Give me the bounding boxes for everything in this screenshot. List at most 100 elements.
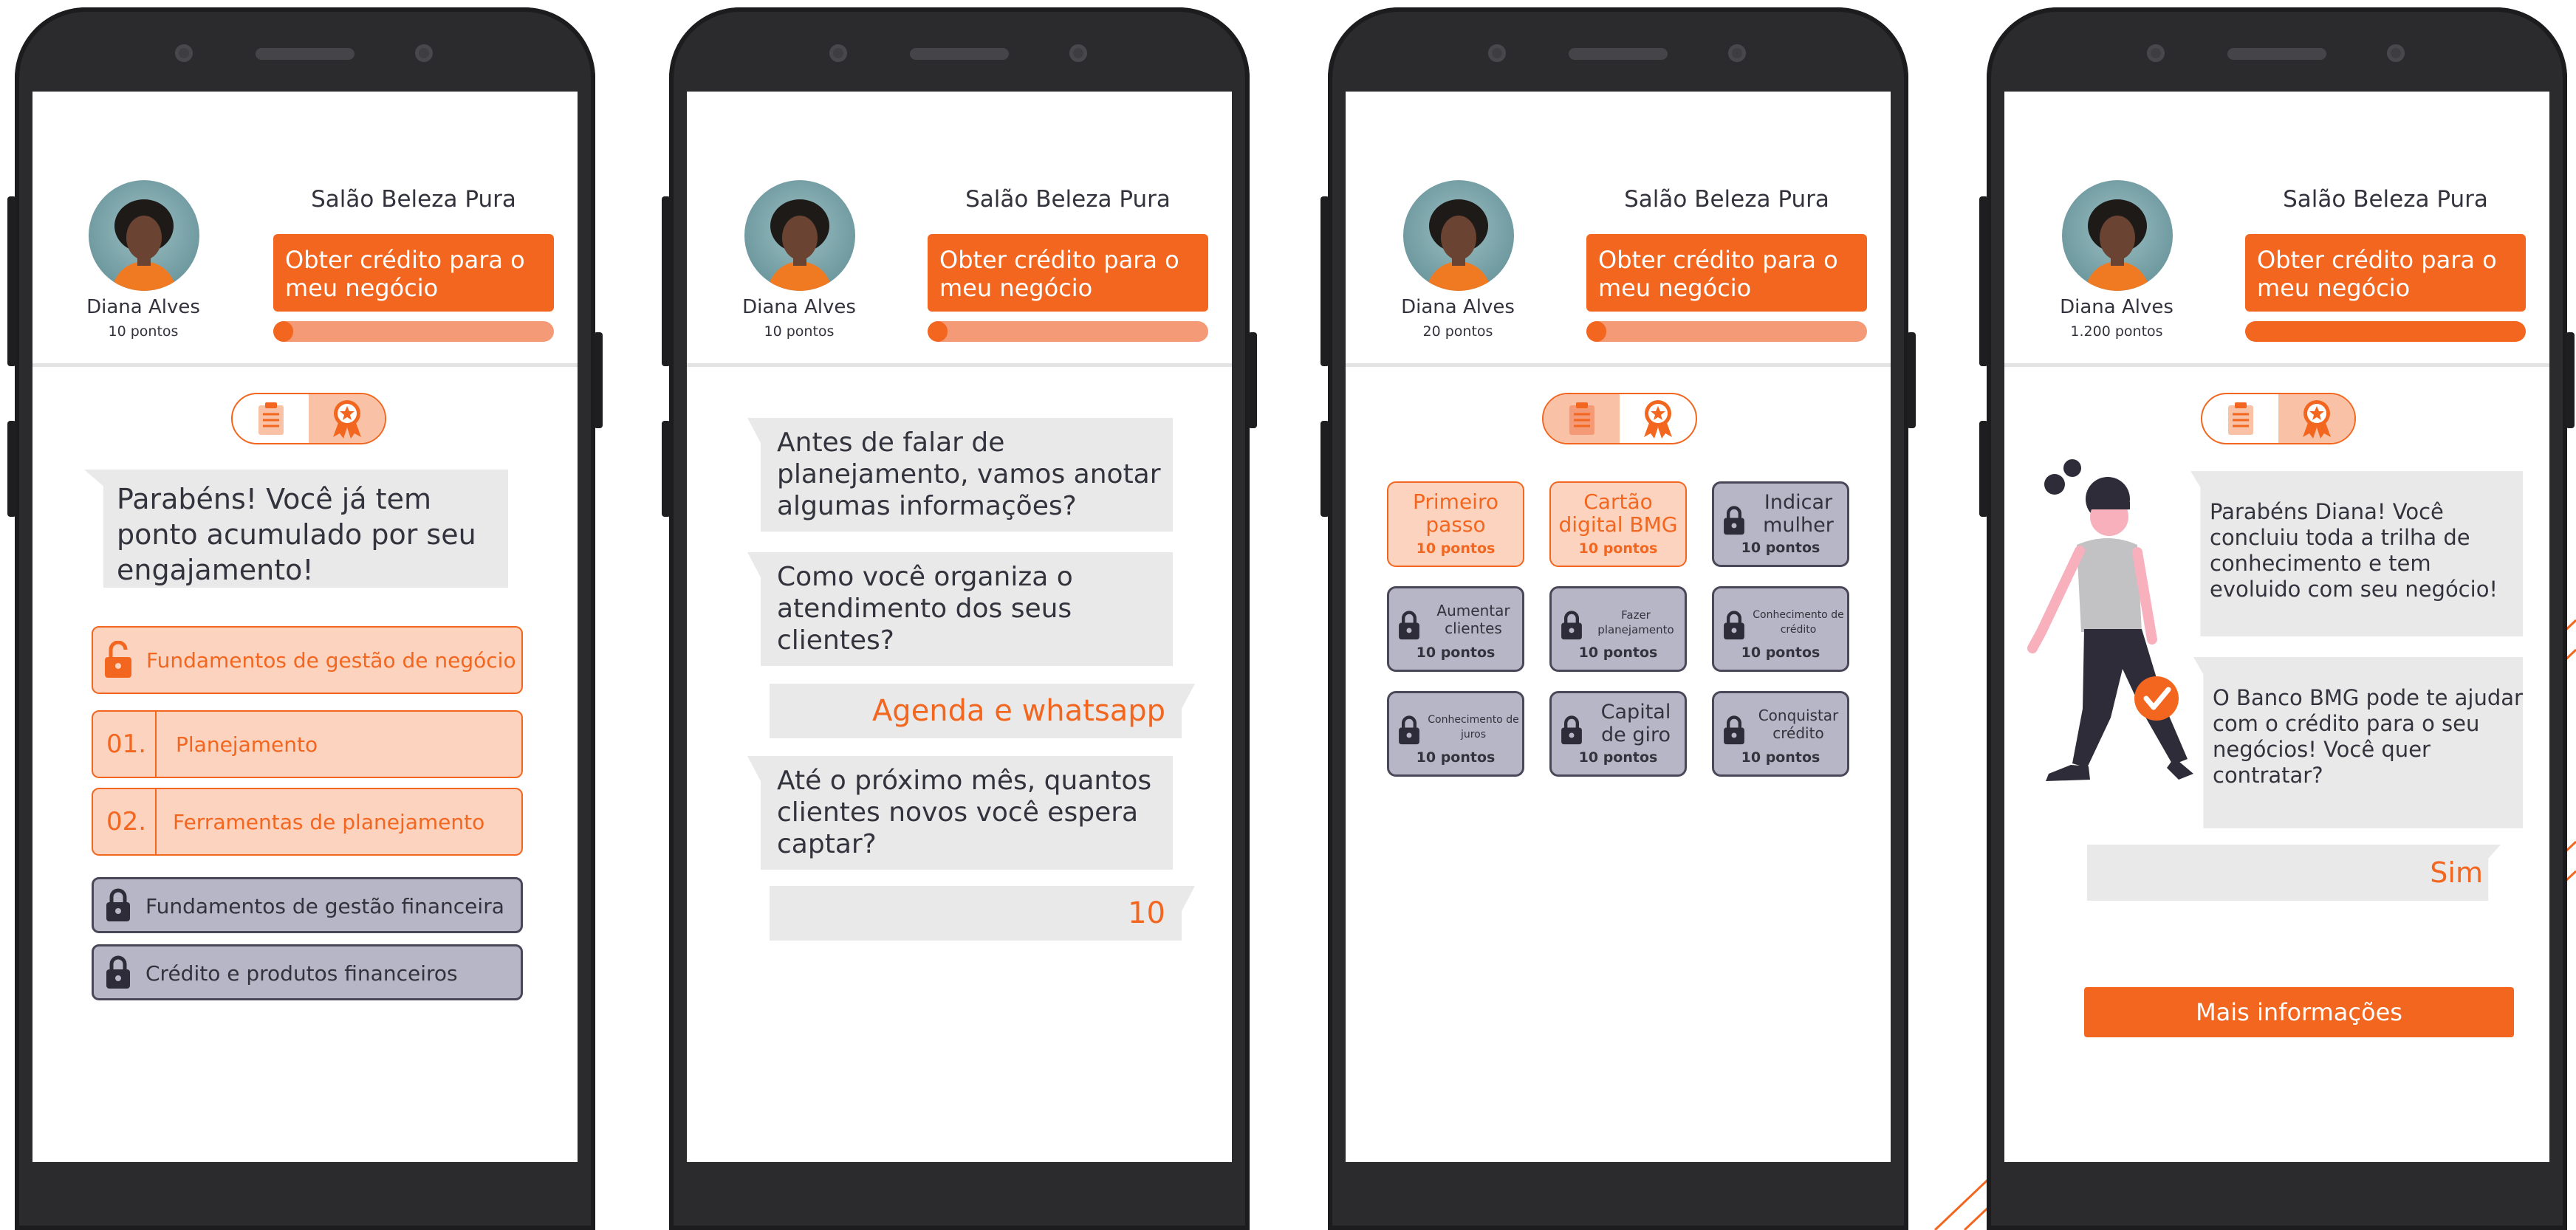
speaker-grille — [256, 48, 354, 60]
business-name: Salão Beleza Pura — [965, 186, 1171, 213]
camera-icon — [1069, 44, 1087, 62]
achievement-digital-card[interactable]: Cartão digital BMG 10 pontos — [1549, 481, 1687, 567]
avatar[interactable] — [2062, 180, 2173, 291]
achievement-working-capital[interactable]: Capital de giro 10 pontos — [1549, 691, 1687, 777]
achievement-title: Capital de giro — [1600, 701, 1671, 746]
user-answer: Sim — [2087, 845, 2501, 901]
achievement-increase-clients[interactable]: Aumentar clientes 10 pontos — [1387, 586, 1524, 672]
tab-achievements[interactable] — [2278, 394, 2354, 443]
tab-achievements[interactable] — [1620, 394, 1696, 443]
module-business-management[interactable]: Fundamentos de gestão de negócio — [92, 626, 523, 694]
business-name: Salão Beleza Pura — [1624, 186, 1829, 213]
avatar[interactable] — [89, 180, 199, 291]
lesson-number: 02. — [106, 807, 147, 836]
lesson-planejamento[interactable]: 01. Planejamento — [92, 710, 523, 778]
get-credit-button[interactable]: Obter crédito para o meu negócio — [928, 234, 1208, 312]
speaker-grille — [1569, 48, 1668, 60]
lock-icon — [106, 955, 130, 989]
view-toggle — [2201, 393, 2356, 444]
user-answer: 10 — [770, 886, 1195, 941]
tab-achievements[interactable] — [309, 394, 385, 443]
power-button — [594, 332, 603, 428]
achievement-points: 10 pontos — [1578, 749, 1658, 766]
business-name: Salão Beleza Pura — [311, 186, 516, 213]
achievement-planning[interactable]: Fazer planejamento 10 pontos — [1549, 586, 1687, 672]
lesson-label: Planejamento — [176, 732, 318, 757]
bot-message: Até o próximo mês, quantos clientes novo… — [747, 756, 1173, 870]
power-button — [1907, 332, 1916, 428]
camera-icon — [1728, 44, 1746, 62]
achievement-title: Indicar mulher — [1763, 491, 1834, 537]
achievement-credit-knowledge[interactable]: Conhecimento de crédito 10 pontos — [1712, 586, 1849, 672]
lock-icon — [1561, 611, 1582, 640]
divider — [155, 712, 157, 777]
achievement-points: 10 pontos — [1416, 540, 1496, 557]
business-name: Salão Beleza Pura — [2283, 186, 2488, 213]
lock-icon — [1399, 715, 1419, 745]
tab-trail[interactable] — [2202, 394, 2278, 443]
divider — [2004, 363, 2549, 367]
progress-fill — [273, 321, 293, 342]
progress-bar — [928, 321, 1208, 342]
sensor-icon — [1488, 44, 1506, 62]
camera-icon — [2387, 44, 2405, 62]
get-credit-button[interactable]: Obter crédito para o meu negócio — [1586, 234, 1867, 312]
sensor-icon — [829, 44, 847, 62]
lesson-number: 01. — [106, 729, 147, 759]
achievement-points: 10 pontos — [1741, 749, 1820, 766]
lock-icon — [1724, 611, 1744, 640]
sensor-icon — [175, 44, 193, 62]
power-button — [1248, 332, 1257, 428]
achievement-title: Conhecimento de juros — [1428, 714, 1519, 741]
camera-icon — [415, 44, 433, 62]
progress-bar — [1586, 321, 1867, 342]
module-credit-products[interactable]: Crédito e produtos financeiros — [92, 944, 523, 1000]
tab-trail[interactable] — [1544, 394, 1620, 443]
screen-completion: Diana Alves 1.200 pontos Salão Beleza Pu… — [2004, 92, 2549, 1162]
phone-frame-1: Diana Alves 10 pontos Salão Beleza Pura … — [7, 7, 603, 1230]
user-points: 20 pontos — [1422, 323, 1493, 340]
module-label: Crédito e produtos financeiros — [145, 961, 458, 986]
congrats-message: Parabéns Diana! Você concluiu toda a tri… — [2190, 471, 2523, 636]
achievement-title: Fazer planejamento — [1597, 608, 1674, 636]
user-name: Diana Alves — [742, 296, 856, 318]
progress-bar — [2245, 321, 2526, 342]
phone-frame-3: Diana Alves 20 pontos Salão Beleza Pura … — [1320, 7, 1916, 1230]
avatar[interactable] — [1403, 180, 1514, 291]
sensor-icon — [2147, 44, 2165, 62]
progress-fill — [928, 321, 948, 342]
user-points: 1.200 pontos — [2070, 323, 2163, 340]
achievement-first-step[interactable]: Primeiro passo 10 pontos — [1387, 481, 1524, 567]
achievement-title: Primeiro passo — [1413, 489, 1498, 537]
achievement-get-credit[interactable]: Conquistar crédito 10 pontos — [1712, 691, 1849, 777]
lesson-label: Ferramentas de planejamento — [173, 810, 485, 834]
bot-message: Como você organiza o atendimento dos seu… — [747, 552, 1173, 666]
module-label: Fundamentos de gestão de negócio — [146, 648, 516, 673]
volume-button — [662, 421, 671, 517]
more-info-button[interactable]: Mais informações — [2084, 987, 2514, 1037]
lesson-ferramentas[interactable]: 02. Ferramentas de planejamento — [92, 788, 523, 856]
achievement-interest-knowledge[interactable]: Conhecimento de juros 10 pontos — [1387, 691, 1524, 777]
speaker-grille — [2227, 48, 2326, 60]
achievement-points: 10 pontos — [1741, 540, 1820, 556]
achievement-refer-woman[interactable]: Indicar mulher 10 pontos — [1712, 481, 1849, 567]
phone-frame-2: Diana Alves 10 pontos Salão Beleza Pura … — [662, 7, 1257, 1230]
tab-trail[interactable] — [233, 394, 309, 443]
progress-fill — [2245, 321, 2526, 342]
volume-button — [1320, 421, 1329, 517]
achievement-points: 10 pontos — [1741, 645, 1820, 661]
get-credit-button[interactable]: Obter crédito para o meu negócio — [2245, 234, 2526, 312]
user-points: 10 pontos — [108, 323, 179, 340]
module-financial-management[interactable]: Fundamentos de gestão financeira — [92, 877, 523, 933]
lock-icon — [1561, 715, 1582, 745]
avatar[interactable] — [744, 180, 855, 291]
user-name: Diana Alves — [1401, 296, 1515, 318]
get-credit-button[interactable]: Obter crédito para o meu negócio — [273, 234, 554, 312]
screen-achievements: Diana Alves 20 pontos Salão Beleza Pura … — [1346, 92, 1891, 1162]
user-answer: Agenda e whatsapp — [770, 684, 1195, 738]
lock-icon — [106, 888, 130, 921]
clipboard-icon — [258, 402, 284, 435]
achievement-title: Cartão digital BMG — [1558, 489, 1678, 537]
view-toggle — [231, 393, 386, 444]
phone-frame-4: Diana Alves 1.200 pontos Salão Beleza Pu… — [1979, 7, 2575, 1230]
